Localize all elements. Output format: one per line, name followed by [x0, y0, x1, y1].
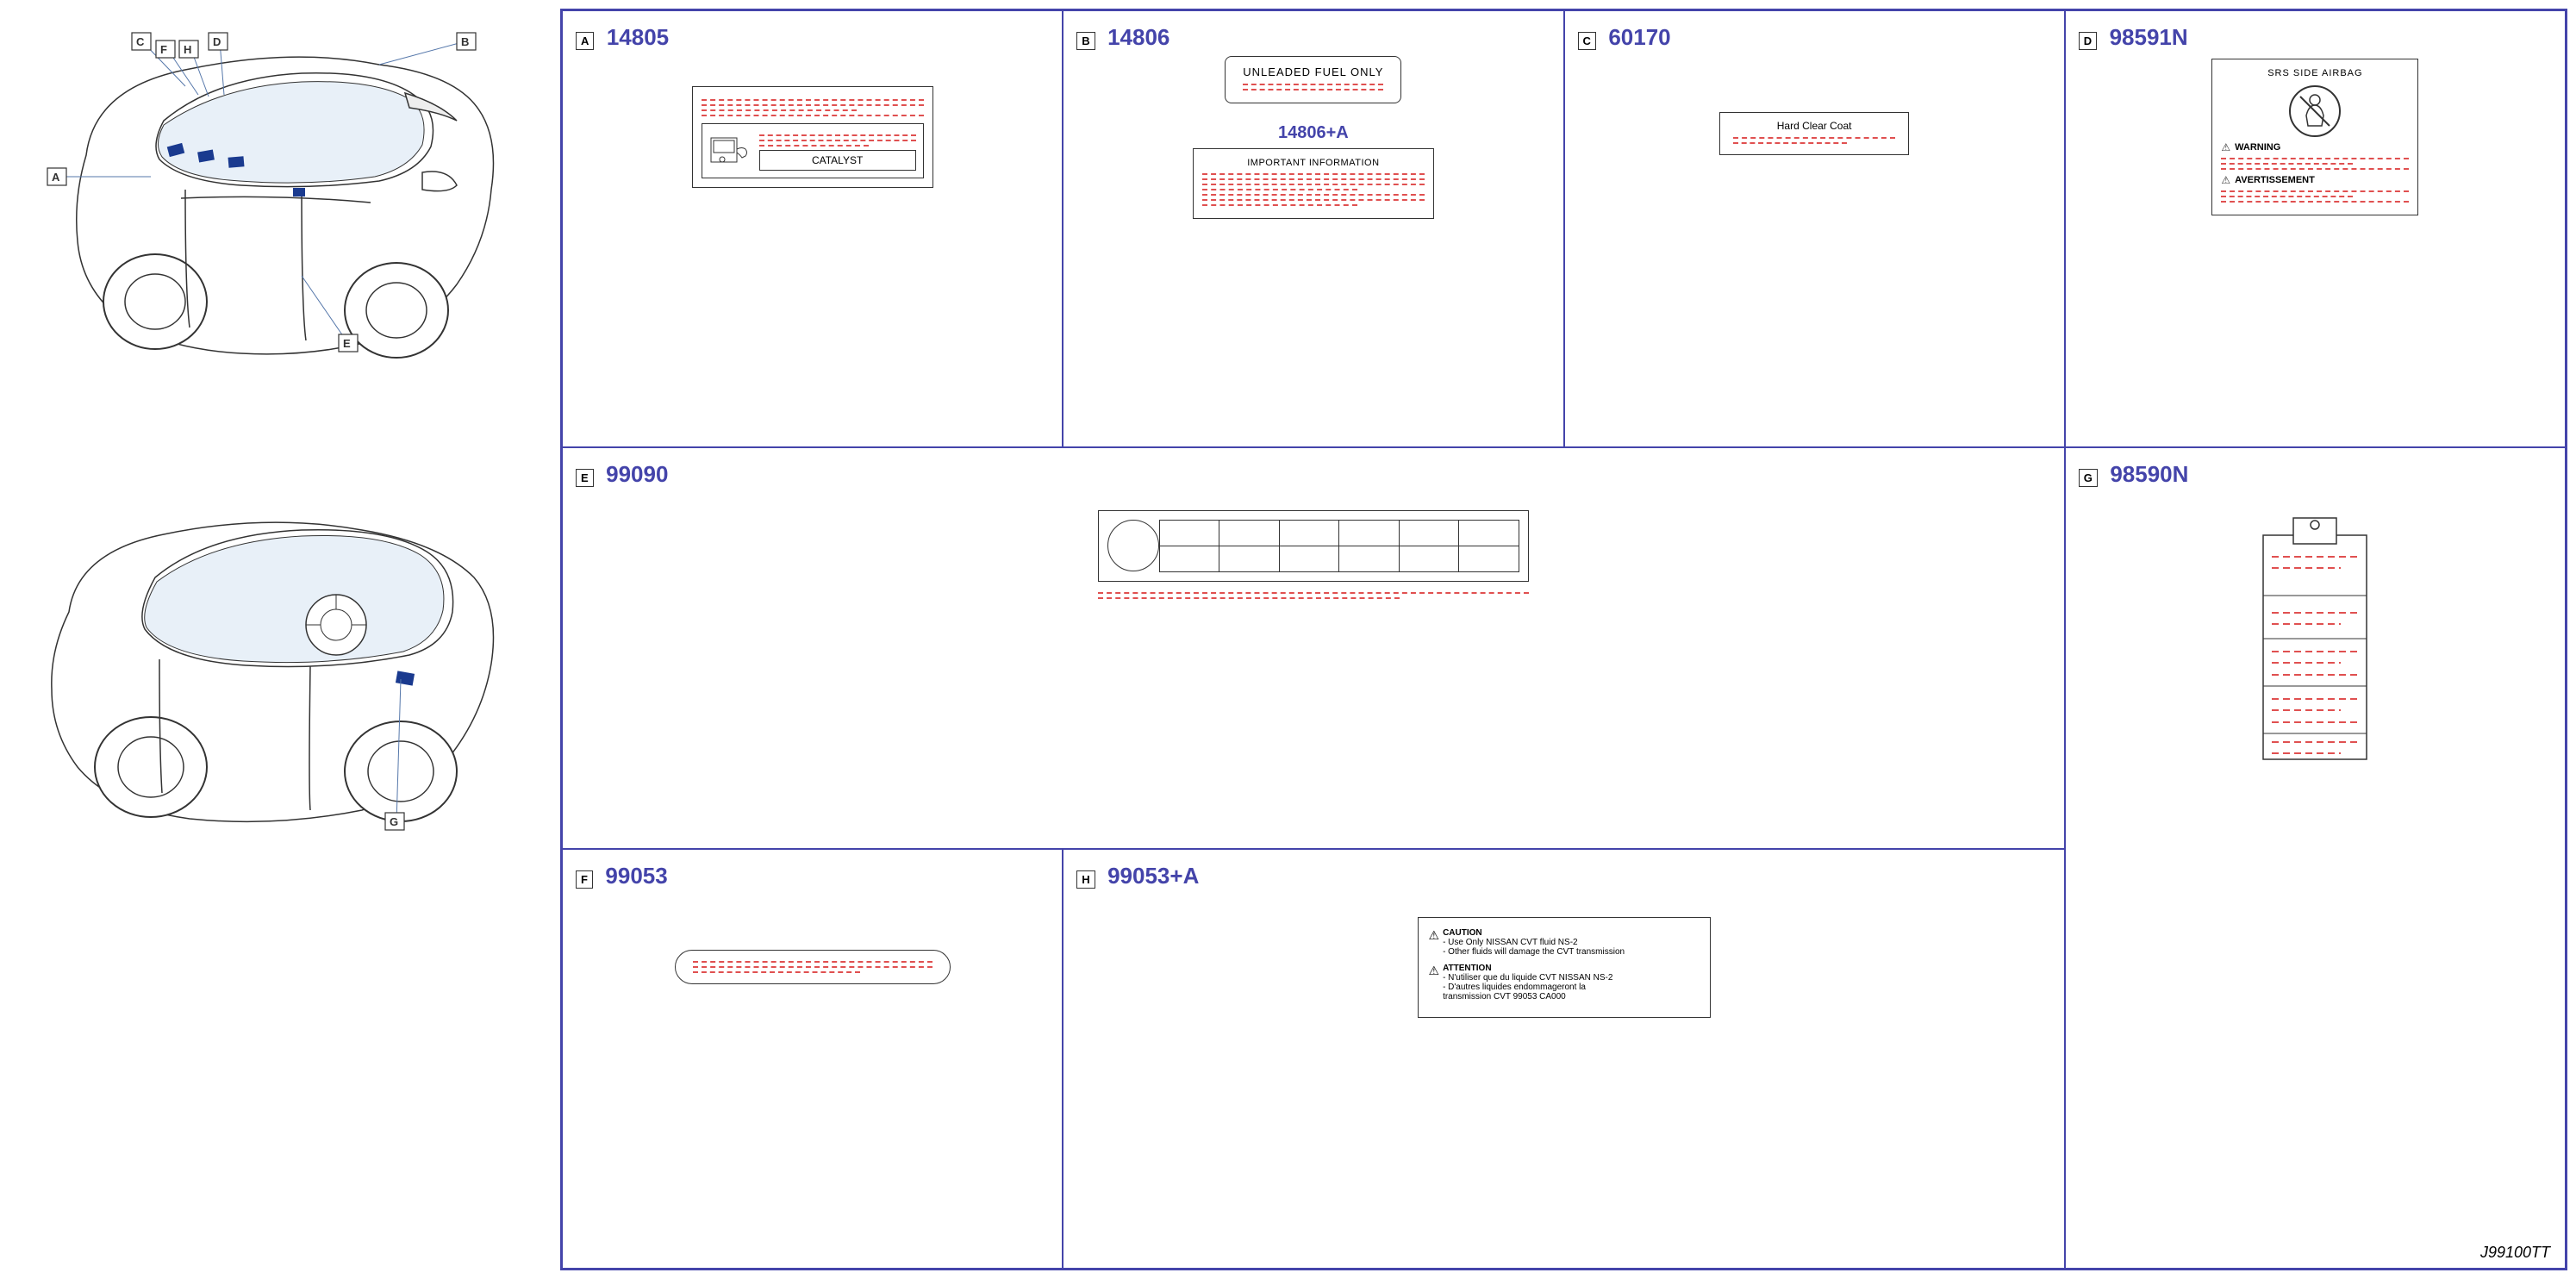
- label-b-number: 14806: [1107, 24, 1169, 50]
- svg-text:F: F: [160, 43, 167, 56]
- label-b-fuel-box: UNLEADED FUEL ONLY: [1225, 56, 1401, 103]
- labels-grid: A 14805: [560, 9, 2567, 1270]
- attention-line3: transmission CVT 99053 CA000: [1443, 992, 1612, 1001]
- srs-text: SRS SIDE AIRBAG: [2221, 68, 2409, 78]
- label-e-content: [576, 488, 2051, 626]
- label-f-marker: F: [576, 870, 593, 889]
- label-c-coat-box: Hard Clear Coat: [1719, 112, 1909, 155]
- car-top-svg: A B C D F H: [17, 17, 517, 414]
- label-c-marker: C: [1578, 32, 1596, 50]
- car-top-diagram: A B C D F H: [17, 17, 543, 465]
- label-cell-e: E 99090: [562, 447, 2065, 850]
- label-a-content: CATALYST: [576, 51, 1049, 223]
- label-a-marker: A: [576, 32, 594, 50]
- warning-triangle-icon: ⚠: [2221, 141, 2230, 153]
- caution-row: ⚠ CAUTION - Use Only NISSAN CVT fluid NS…: [1429, 928, 1700, 957]
- svg-text:D: D: [213, 35, 221, 48]
- label-e-dashes: [1098, 589, 1529, 602]
- label-b-marker: B: [1076, 32, 1095, 50]
- label-f-rounded-box: [675, 950, 951, 984]
- attention-title: ATTENTION: [1443, 964, 1491, 973]
- warning-row: ⚠ WARNING: [2221, 141, 2409, 153]
- label-cell-g: G 98590N: [2065, 447, 2566, 1269]
- label-cell-a: A 14805: [562, 10, 1063, 447]
- avertissement-row: ⚠ AVERTISSEMENT: [2221, 174, 2409, 186]
- label-b-content: UNLEADED FUEL ONLY 14806+A IMPORTANT INF…: [1076, 51, 1550, 223]
- label-h-content: ⚠ CAUTION - Use Only NISSAN CVT fluid NS…: [1076, 889, 2051, 1045]
- attention-line2: - D'autres liquides endommageront la: [1443, 983, 1612, 992]
- attention-row: ⚠ ATTENTION - N'utiliser que du liquide …: [1429, 964, 1700, 1001]
- diagram-code: J99100TT: [2480, 1244, 2550, 1262]
- label-f-content: [576, 889, 1049, 1045]
- label-cell-h: H 99053+A ⚠ CAUTION - Use Only NISSAN CV…: [1063, 849, 2065, 1269]
- label-cell-b: B 14806 UNLEADED FUEL ONLY 14806+A IMPOR…: [1063, 10, 1563, 447]
- tire-circle: [1107, 520, 1159, 571]
- label-h-caution-box: ⚠ CAUTION - Use Only NISSAN CVT fluid NS…: [1418, 917, 1711, 1018]
- label-g-number: 98590N: [2110, 461, 2188, 487]
- label-c-content: Hard Clear Coat: [1578, 51, 2051, 223]
- label-f-number: 99053: [605, 863, 667, 889]
- label-e-marker: E: [576, 469, 594, 487]
- g-tag-svg: [2246, 509, 2384, 768]
- label-a-number: 14805: [607, 24, 669, 50]
- attention-triangle-icon: ⚠: [1429, 964, 1440, 978]
- label-d-marker: D: [2079, 32, 2097, 50]
- car-diagram-panel: A B C D F H: [0, 0, 560, 1279]
- label-g-marker: G: [2079, 469, 2098, 487]
- label-d-content: SRS SIDE AIRBAG ⚠ WARNING: [2079, 51, 2552, 223]
- catalyst-text: CATALYST: [759, 150, 916, 171]
- attention-line1: - N'utiliser que du liquide CVT NISSAN N…: [1443, 973, 1612, 983]
- car-bottom-svg: G: [17, 483, 517, 862]
- label-b2-box: IMPORTANT INFORMATION: [1193, 148, 1434, 219]
- label-g-content: [2079, 488, 2552, 789]
- fuel-text: UNLEADED FUEL ONLY: [1243, 66, 1383, 78]
- label-a-box: CATALYST: [692, 86, 933, 188]
- catalyst-icon: [709, 134, 752, 168]
- avertissement-label: AVERTISSEMENT: [2235, 175, 2315, 185]
- svg-text:A: A: [52, 171, 60, 184]
- important-info-text: IMPORTANT INFORMATION: [1202, 158, 1425, 168]
- warning-label: WARNING: [2235, 142, 2280, 153]
- label-h-number: 99053+A: [1107, 863, 1199, 889]
- label-d-srs-box: SRS SIDE AIRBAG ⚠ WARNING: [2211, 59, 2418, 215]
- caution-triangle-icon: ⚠: [1429, 928, 1440, 943]
- coat-text: Hard Clear Coat: [1777, 120, 1852, 132]
- svg-text:E: E: [343, 337, 351, 350]
- svg-text:H: H: [184, 43, 191, 56]
- label-g-tag: [2246, 509, 2384, 768]
- car-bottom-diagram: G: [17, 483, 543, 896]
- caution-line1: - Use Only NISSAN CVT fluid NS-2: [1443, 938, 1625, 947]
- svg-text:B: B: [461, 35, 469, 48]
- tire-table: [1159, 520, 1519, 572]
- caution-title: CAUTION: [1443, 928, 1482, 938]
- label-cell-d: D 98591N SRS SIDE AIRBAG ⚠: [2065, 10, 2566, 447]
- svg-text:C: C: [136, 35, 145, 48]
- label-d-number: 98591N: [2110, 24, 2188, 50]
- label-cell-f: F 99053: [562, 849, 1063, 1269]
- label-e-tire-box: [1098, 510, 1529, 582]
- label-b2-number: 14806+A: [1278, 123, 1349, 143]
- label-c-number: 60170: [1608, 24, 1670, 50]
- svg-text:G: G: [390, 815, 398, 828]
- avertissement-triangle-icon: ⚠: [2221, 174, 2230, 186]
- label-cell-c: C 60170 Hard Clear Coat: [1564, 10, 2065, 447]
- label-h-marker: H: [1076, 870, 1095, 889]
- caution-line2: - Other fluids will damage the CVT trans…: [1443, 947, 1625, 957]
- airbag-no-icon: [2293, 90, 2336, 133]
- label-e-number: 99090: [606, 461, 668, 487]
